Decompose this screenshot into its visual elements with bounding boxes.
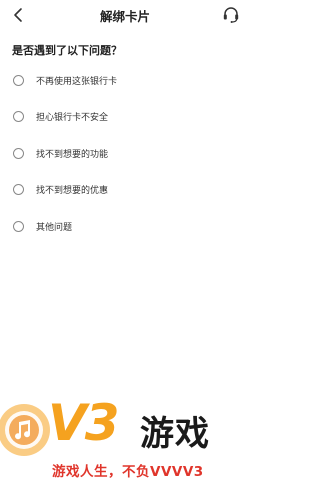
headset-icon	[223, 7, 239, 23]
option-label: 不再使用这张银行卡	[36, 76, 118, 87]
radio-button[interactable]	[13, 111, 24, 123]
header-bar: 解绑卡片	[0, 0, 250, 30]
option-discount-not-found[interactable]: 找不到想要的优惠	[0, 172, 250, 209]
question-heading: 是否遇到了以下问题？	[12, 44, 122, 57]
option-no-longer-use[interactable]: 不再使用这张银行卡	[0, 62, 250, 99]
option-label: 担心银行卡不安全	[36, 113, 109, 124]
radio-button[interactable]	[13, 147, 24, 159]
watermark-logo-text: V3	[48, 394, 119, 452]
radio-button[interactable]	[13, 184, 24, 196]
customer-service-button[interactable]	[221, 5, 241, 25]
watermark-slogan: 游戏人生，不负VVVV3	[52, 464, 204, 480]
watermark-logo-icon	[0, 400, 54, 460]
watermark-brand-name: 游戏	[140, 414, 210, 454]
page-title: 解绑卡片	[99, 9, 150, 24]
radio-button[interactable]	[13, 220, 24, 232]
option-other-issue[interactable]: 其他问题	[0, 208, 250, 245]
option-feature-not-found[interactable]: 找不到想要的功能	[0, 135, 250, 172]
option-label: 找不到想要的功能	[36, 149, 109, 160]
unbind-card-screen: 解绑卡片 是否遇到了以下问题？ 不再使用这张银行卡 担心银行卡不安全 找不到想要…	[0, 0, 250, 486]
option-card-not-safe[interactable]: 担心银行卡不安全	[0, 99, 250, 136]
watermark: V3 游戏 游戏人生，不负VVVV3	[0, 394, 250, 486]
reason-options-list: 不再使用这张银行卡 担心银行卡不安全 找不到想要的功能 找不到想要的优惠 其他问…	[0, 62, 250, 245]
radio-button[interactable]	[13, 74, 24, 86]
option-label: 其他问题	[36, 222, 73, 233]
option-label: 找不到想要的优惠	[36, 186, 109, 197]
